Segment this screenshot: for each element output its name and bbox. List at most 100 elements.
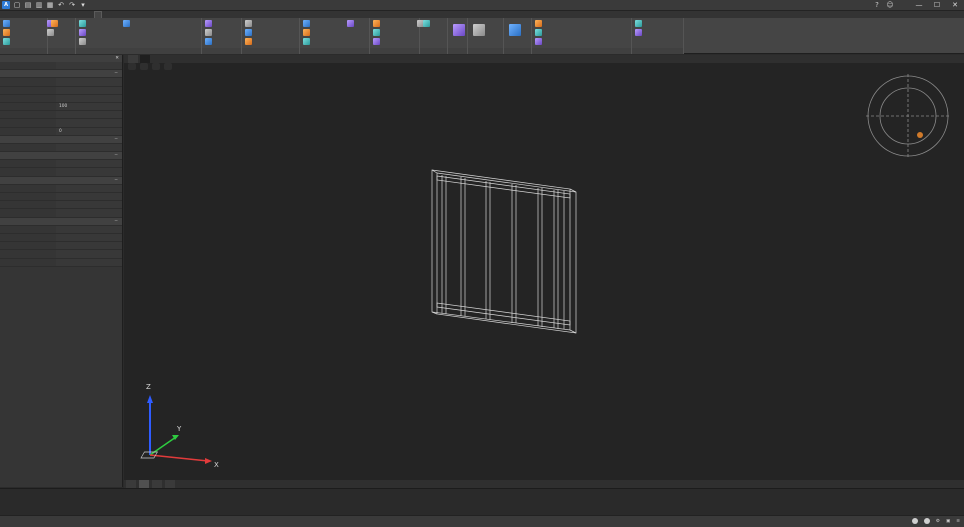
ribbon-tab-8[interactable] xyxy=(144,11,150,18)
property-value[interactable]: 100 xyxy=(56,102,122,111)
ribbon-button[interactable] xyxy=(303,38,312,45)
close-palette-icon[interactable]: ✕ xyxy=(115,55,119,62)
property-section-header[interactable] xyxy=(0,135,122,144)
ribbon-button[interactable] xyxy=(205,29,214,36)
hardware-acceleration-icon[interactable] xyxy=(923,518,930,524)
app-logo-icon[interactable]: A xyxy=(2,1,10,9)
ribbon-button[interactable] xyxy=(373,38,382,45)
ribbon-tab-11[interactable] xyxy=(192,11,198,18)
ribbon-button[interactable] xyxy=(635,29,644,36)
property-value[interactable]: 0 xyxy=(56,127,122,135)
property-value[interactable] xyxy=(56,201,122,209)
document-tab[interactable] xyxy=(128,55,138,63)
ribbon-tab-0[interactable] xyxy=(14,11,20,18)
ribbon-tab-12[interactable] xyxy=(208,11,214,18)
property-value[interactable] xyxy=(56,193,122,201)
ribbon-button[interactable] xyxy=(205,20,214,27)
property-value[interactable] xyxy=(56,233,122,242)
command-line[interactable] xyxy=(0,488,964,515)
ribbon-button[interactable] xyxy=(347,20,356,27)
property-value[interactable] xyxy=(56,62,122,70)
layout-menu-button[interactable] xyxy=(126,480,136,488)
ribbon-button[interactable] xyxy=(303,29,312,36)
ribbon-button[interactable] xyxy=(535,38,544,45)
ribbon-tab-5[interactable] xyxy=(94,11,102,18)
property-section-header[interactable] xyxy=(0,70,122,79)
ribbon-tab-1[interactable] xyxy=(30,11,36,18)
property-value[interactable] xyxy=(56,242,122,250)
property-value[interactable] xyxy=(56,94,122,102)
print-icon[interactable]: ▦ xyxy=(46,1,54,9)
property-value[interactable] xyxy=(56,168,122,176)
property-value[interactable] xyxy=(56,119,122,127)
redo-icon[interactable]: ↷ xyxy=(68,1,76,9)
command-input[interactable] xyxy=(0,507,964,513)
layout-tab-2[interactable] xyxy=(165,480,175,488)
drawing-viewport[interactable]: Z Y X xyxy=(124,63,964,480)
ribbon-tab-6[interactable] xyxy=(112,11,118,18)
ribbon-button[interactable] xyxy=(79,20,88,27)
ribbon-tab-7[interactable] xyxy=(128,11,134,18)
ribbon-button[interactable] xyxy=(51,20,60,27)
view-compass[interactable] xyxy=(866,74,950,158)
settings-icon[interactable]: ⚙ xyxy=(936,519,940,524)
property-section-header[interactable] xyxy=(0,217,122,226)
property-value[interactable] xyxy=(56,78,122,86)
undo-icon[interactable]: ↶ xyxy=(57,1,65,9)
property-value[interactable] xyxy=(56,225,122,233)
compass-direction-marker[interactable] xyxy=(917,132,923,138)
ribbon-tab-9[interactable] xyxy=(160,11,166,18)
property-value[interactable] xyxy=(56,258,122,266)
help-icon[interactable]: ? xyxy=(873,1,881,9)
property-value[interactable] xyxy=(56,86,122,94)
ribbon-button[interactable] xyxy=(245,20,254,27)
save-icon[interactable]: ▥ xyxy=(35,1,43,9)
maximize-button[interactable]: ☐ xyxy=(928,0,946,10)
open-file-icon[interactable]: ▤ xyxy=(24,1,32,9)
minimize-button[interactable]: — xyxy=(910,0,928,10)
property-value[interactable] xyxy=(56,160,122,168)
ribbon-button[interactable] xyxy=(79,29,88,36)
ribbon-button[interactable] xyxy=(123,20,132,27)
ribbon-tab-3[interactable] xyxy=(62,11,68,18)
ribbon-tab-10[interactable] xyxy=(176,11,182,18)
property-value[interactable] xyxy=(56,143,122,152)
property-section-header[interactable] xyxy=(0,176,122,185)
property-value[interactable] xyxy=(56,250,122,258)
ribbon-button[interactable] xyxy=(535,29,544,36)
ribbon-button[interactable] xyxy=(3,20,12,27)
qat-dropdown-icon[interactable]: ▾ xyxy=(79,1,87,9)
ribbon-tab-2[interactable] xyxy=(46,11,52,18)
ribbon-large-tool-icon[interactable] xyxy=(473,24,485,36)
property-value[interactable] xyxy=(56,209,122,217)
ribbon-button[interactable] xyxy=(245,29,254,36)
ribbon-button[interactable] xyxy=(3,38,12,45)
new-file-icon[interactable]: ▢ xyxy=(13,1,21,9)
user-icon[interactable]: ☺ xyxy=(886,1,894,9)
wireframe-model[interactable] xyxy=(431,169,577,334)
ribbon-button[interactable] xyxy=(303,20,312,27)
ribbon-button[interactable] xyxy=(3,29,12,36)
layout-tab-1[interactable] xyxy=(152,480,162,488)
ribbon-large-tool-icon[interactable] xyxy=(509,24,521,36)
ribbon-button[interactable] xyxy=(423,20,432,27)
document-tab-active[interactable] xyxy=(140,55,150,63)
property-section-header[interactable] xyxy=(0,152,122,160)
clean-screen-icon[interactable]: ▣ xyxy=(946,519,950,524)
ribbon-button[interactable] xyxy=(535,20,544,27)
ribbon-button[interactable] xyxy=(205,38,214,45)
layout-tab-model[interactable] xyxy=(139,480,149,488)
ribbon-large-tool-icon[interactable] xyxy=(453,24,465,36)
property-value[interactable] xyxy=(56,184,122,192)
ribbon-button[interactable] xyxy=(635,20,644,27)
ribbon-button[interactable] xyxy=(373,20,382,27)
menu-icon[interactable]: ≡ xyxy=(956,519,960,524)
ribbon-tab-4[interactable] xyxy=(78,11,84,18)
ribbon-button[interactable] xyxy=(245,38,254,45)
ribbon-button[interactable] xyxy=(373,29,382,36)
ucs-icon[interactable]: Z Y X xyxy=(140,383,219,469)
ribbon-button[interactable] xyxy=(79,38,88,45)
isolate-objects-icon[interactable] xyxy=(911,518,918,524)
property-value[interactable] xyxy=(56,111,122,119)
close-button[interactable]: ✕ xyxy=(946,0,964,10)
